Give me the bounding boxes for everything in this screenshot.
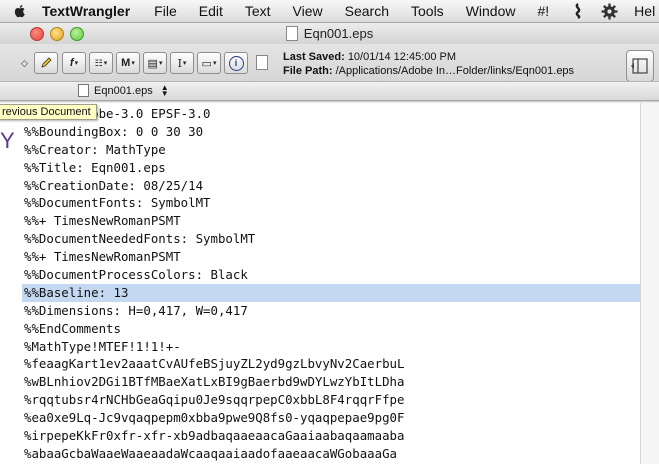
- info-button[interactable]: i: [224, 52, 248, 74]
- menu-view[interactable]: View: [293, 3, 323, 19]
- code-line: %MathType!MTEF!1!1!+-: [24, 338, 181, 354]
- menu-edit[interactable]: Edit: [199, 3, 223, 19]
- function-icon: f: [69, 57, 74, 69]
- document-selector[interactable]: Eqn001.eps ▲ ▼: [78, 83, 169, 98]
- updown-arrows-icon: ▲ ▼: [160, 82, 169, 98]
- menu-text[interactable]: Text: [245, 3, 271, 19]
- file-path-value: /Applications/Adobe In…Folder/links/Eqn0…: [335, 65, 575, 77]
- previous-document-tooltip: revious Document: [0, 104, 97, 120]
- editor-gutter: [0, 103, 22, 464]
- code-line: %rqqtubsr4rNCHbGeaGqipu0Je9sqqrpepC0xbbL…: [24, 392, 405, 408]
- folder-icon: ▭: [201, 57, 212, 70]
- code-line: %%DocumentNeededFonts: SymbolMT: [24, 231, 256, 247]
- document-menu-button[interactable]: ▤ ▾: [143, 52, 167, 74]
- code-line: %feaagKart1ev2aaatCvAUfeBSjuyZL2yd9gzLbv…: [24, 356, 405, 372]
- folder-menu-button[interactable]: ▭ ▾: [197, 52, 221, 74]
- background-window-fragment: Y: [0, 128, 15, 153]
- code-line: ˇˇ%!PS-Adobe-3.0 EPSF-3.0: [24, 106, 211, 121]
- scripts-menu-icon[interactable]: [571, 3, 585, 19]
- code-line: %%CreationDate: 08/25/14: [24, 177, 204, 193]
- markers-menu-button[interactable]: ☷ ▾: [89, 52, 113, 74]
- pencil-icon: [41, 57, 52, 68]
- menu-app-name[interactable]: TextWrangler: [42, 3, 130, 19]
- code-line: %%Title: Eqn001.eps: [24, 159, 166, 175]
- title-bar: Eqn001.eps: [0, 23, 659, 44]
- edit-pencil-button[interactable]: [34, 52, 58, 74]
- mark-menu-button[interactable]: M ▾: [116, 52, 140, 74]
- mark-icon: M: [121, 57, 131, 69]
- cursor-icon: I: [177, 56, 182, 70]
- code-line: %wBLnhiov2DGi1BTfMBaeXatLxBI9gBaerbd9wDY…: [24, 374, 405, 390]
- document-proxy-icon[interactable]: [285, 26, 298, 41]
- menu-bar: TextWrangler File Edit Text View Search …: [0, 0, 659, 23]
- menu-file[interactable]: File: [154, 3, 177, 19]
- function-menu-button[interactable]: f ▾: [62, 52, 86, 74]
- code-line: %%Creator: MathType: [24, 141, 166, 157]
- zoom-button[interactable]: [70, 27, 84, 41]
- code-line: %%Dimensions: H=0,417, W=0,417: [24, 302, 248, 318]
- chevron-down-icon: ▾: [103, 60, 108, 67]
- sidebar-icon: [631, 58, 648, 74]
- minimize-button[interactable]: [50, 27, 64, 41]
- page-icon: ▤: [147, 57, 158, 70]
- file-path-label: File Path:: [283, 65, 333, 77]
- menu-search[interactable]: Search: [345, 3, 389, 19]
- text-editor[interactable]: Y ˇˇ%!PS-Adobe-3.0 EPSF-3.0 %%BoundingBo…: [0, 103, 659, 464]
- code-line: %%BoundingBox: 0 0 30 30: [24, 123, 204, 139]
- window-title: Eqn001.eps: [303, 26, 374, 41]
- menu-help[interactable]: Hel: [634, 3, 655, 19]
- document-window: Eqn001.eps ◇ f ▾ ☷ ▾ M ▾ ▤ ▾ I ▾ ▭ ▾ i Last Sa…: [0, 23, 659, 464]
- document-icon: [78, 84, 89, 97]
- code-area[interactable]: ˇˇ%!PS-Adobe-3.0 EPSF-3.0 %%BoundingBox:…: [22, 105, 640, 463]
- code-line: %%+ TimesNewRomanPSMT: [24, 213, 181, 229]
- code-line: %abaaGcbaWaaeWaaeaadaWcaaqaaiaadofaaeaac…: [24, 445, 397, 461]
- code-line: %%+ TimesNewRomanPSMT: [24, 249, 181, 265]
- last-saved-label: Last Saved:: [283, 51, 345, 63]
- chevron-down-icon: ▾: [212, 60, 217, 67]
- apple-icon[interactable]: [12, 3, 28, 19]
- file-icon: [256, 55, 268, 70]
- gear-icon[interactable]: [601, 3, 618, 20]
- document-selector-label: Eqn001.eps: [94, 84, 153, 97]
- vertical-scrollbar[interactable]: [640, 103, 659, 464]
- code-line-highlighted: %%Baseline: 13: [22, 283, 640, 302]
- code-line: %ea0xe9Lq-Jc9vqaqpepm0xbba9pwe9Q8fs0-yqa…: [24, 410, 405, 426]
- list-icon: ☷: [94, 57, 103, 68]
- text-options-icon[interactable]: ◇: [21, 58, 28, 69]
- chevron-down-icon: ▾: [182, 60, 187, 67]
- chevron-down-icon: ▾: [158, 60, 163, 67]
- menu-shebang[interactable]: #!: [537, 3, 549, 19]
- code-line: %%DocumentProcessColors: Black: [24, 267, 248, 283]
- info-icon: i: [228, 55, 244, 71]
- last-saved-value: 10/01/14 12:45:00 PM: [347, 51, 457, 63]
- menu-tools[interactable]: Tools: [411, 3, 444, 19]
- navigation-bar: Eqn001.eps ▲ ▼: [0, 81, 659, 101]
- toggle-sidebar-button[interactable]: [626, 50, 654, 82]
- code-line: %irpepeKkFr0xfr-xfr-xb9adbaqaaeaacaGaaia…: [24, 428, 405, 444]
- close-button[interactable]: [30, 27, 44, 41]
- chevron-down-icon: ▾: [74, 60, 79, 67]
- chevron-down-icon: ▾: [131, 60, 135, 67]
- code-line: %%DocumentFonts: SymbolMT: [24, 195, 211, 211]
- menu-window[interactable]: Window: [466, 3, 516, 19]
- text-insert-button[interactable]: I ▾: [170, 52, 194, 74]
- code-line: %%EndComments: [24, 320, 121, 336]
- file-info: Last Saved: 10/01/14 12:45:00 PM File Pa…: [283, 50, 574, 78]
